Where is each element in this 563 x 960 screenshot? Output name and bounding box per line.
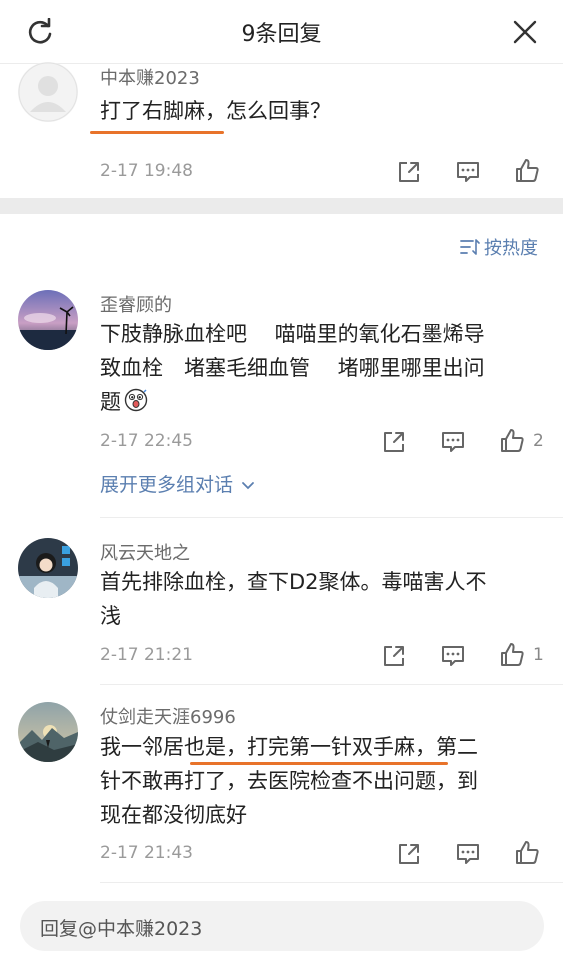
reply-username[interactable]: 仗剑走天涯6996: [100, 703, 236, 729]
header-bar: 9条回复: [0, 0, 563, 64]
avatar[interactable]: [18, 290, 78, 350]
like-icon[interactable]: [498, 641, 526, 669]
like-count: 1: [533, 645, 544, 665]
divider: [100, 517, 563, 518]
sort-icon[interactable]: [460, 238, 480, 256]
share-icon[interactable]: [380, 428, 408, 456]
reply-time: 2-17 22:45: [100, 431, 193, 451]
section-separator: [0, 198, 563, 214]
default-avatar-icon: [18, 62, 78, 122]
reply-time: 2-17 21:21: [100, 645, 193, 665]
share-icon[interactable]: [380, 642, 408, 670]
reply-text-line: 下肢静脉血栓吧 喵喵里的氧化石墨烯导: [100, 322, 485, 346]
root-username[interactable]: 中本赚2023: [100, 64, 200, 90]
reply-text-line: 现在都没彻底好: [100, 803, 247, 827]
avatar[interactable]: [18, 702, 78, 762]
root-time: 2-17 19:48: [100, 161, 193, 181]
page-title: 9条回复: [241, 22, 322, 47]
reply-time: 2-17 21:43: [100, 843, 193, 863]
like-icon[interactable]: [513, 157, 541, 185]
girl-avatar-icon: [18, 538, 78, 598]
reply-input[interactable]: 回复@中本赚2023: [20, 901, 544, 951]
reply-text-line: 浅: [100, 604, 121, 628]
like-icon[interactable]: [498, 427, 526, 455]
reply-input-placeholder: 回复@中本赚2023: [40, 918, 203, 940]
share-icon[interactable]: [395, 158, 423, 186]
comment-icon[interactable]: [439, 428, 467, 456]
close-icon[interactable]: [512, 19, 538, 45]
like-icon[interactable]: [513, 839, 541, 867]
reply-text-line: 首先排除血栓，查下D2聚体。毒喵害人不: [100, 570, 487, 594]
avatar[interactable]: [18, 62, 78, 122]
comment-icon[interactable]: [454, 840, 482, 868]
comment-icon[interactable]: [439, 642, 467, 670]
landscape-avatar-icon: [18, 290, 78, 350]
expand-label: 展开更多组对话: [100, 474, 234, 496]
sort-by-hotness-button[interactable]: 按热度: [484, 234, 538, 260]
surprised-emoji-icon: [124, 388, 148, 412]
reply-username[interactable]: 歪睿顾的: [100, 291, 172, 317]
divider: [100, 684, 563, 685]
like-count: 2: [533, 431, 544, 451]
expand-more-conversations-link[interactable]: 展开更多组对话: [100, 470, 255, 497]
reply-text-line: 我一邻居也是，打完第一针双手麻，第二: [100, 735, 478, 759]
divider: [100, 882, 563, 883]
comment-icon[interactable]: [454, 158, 482, 186]
chevron-down-icon: [242, 481, 254, 489]
highlight-underline: [90, 131, 224, 134]
avatar[interactable]: [18, 538, 78, 598]
reply-text-line: 致血栓 堵塞毛细血管 堵哪里哪里出问: [100, 356, 485, 380]
reply-username[interactable]: 风云天地之: [100, 539, 190, 565]
reply-text-line: 针不敢再打了，去医院检查不出问题，到: [100, 769, 478, 793]
share-icon[interactable]: [395, 840, 423, 868]
mountain-avatar-icon: [18, 702, 78, 762]
root-comment-text: 打了右脚麻，怎么回事？: [100, 99, 331, 123]
reply-text-line: 题: [100, 390, 121, 414]
